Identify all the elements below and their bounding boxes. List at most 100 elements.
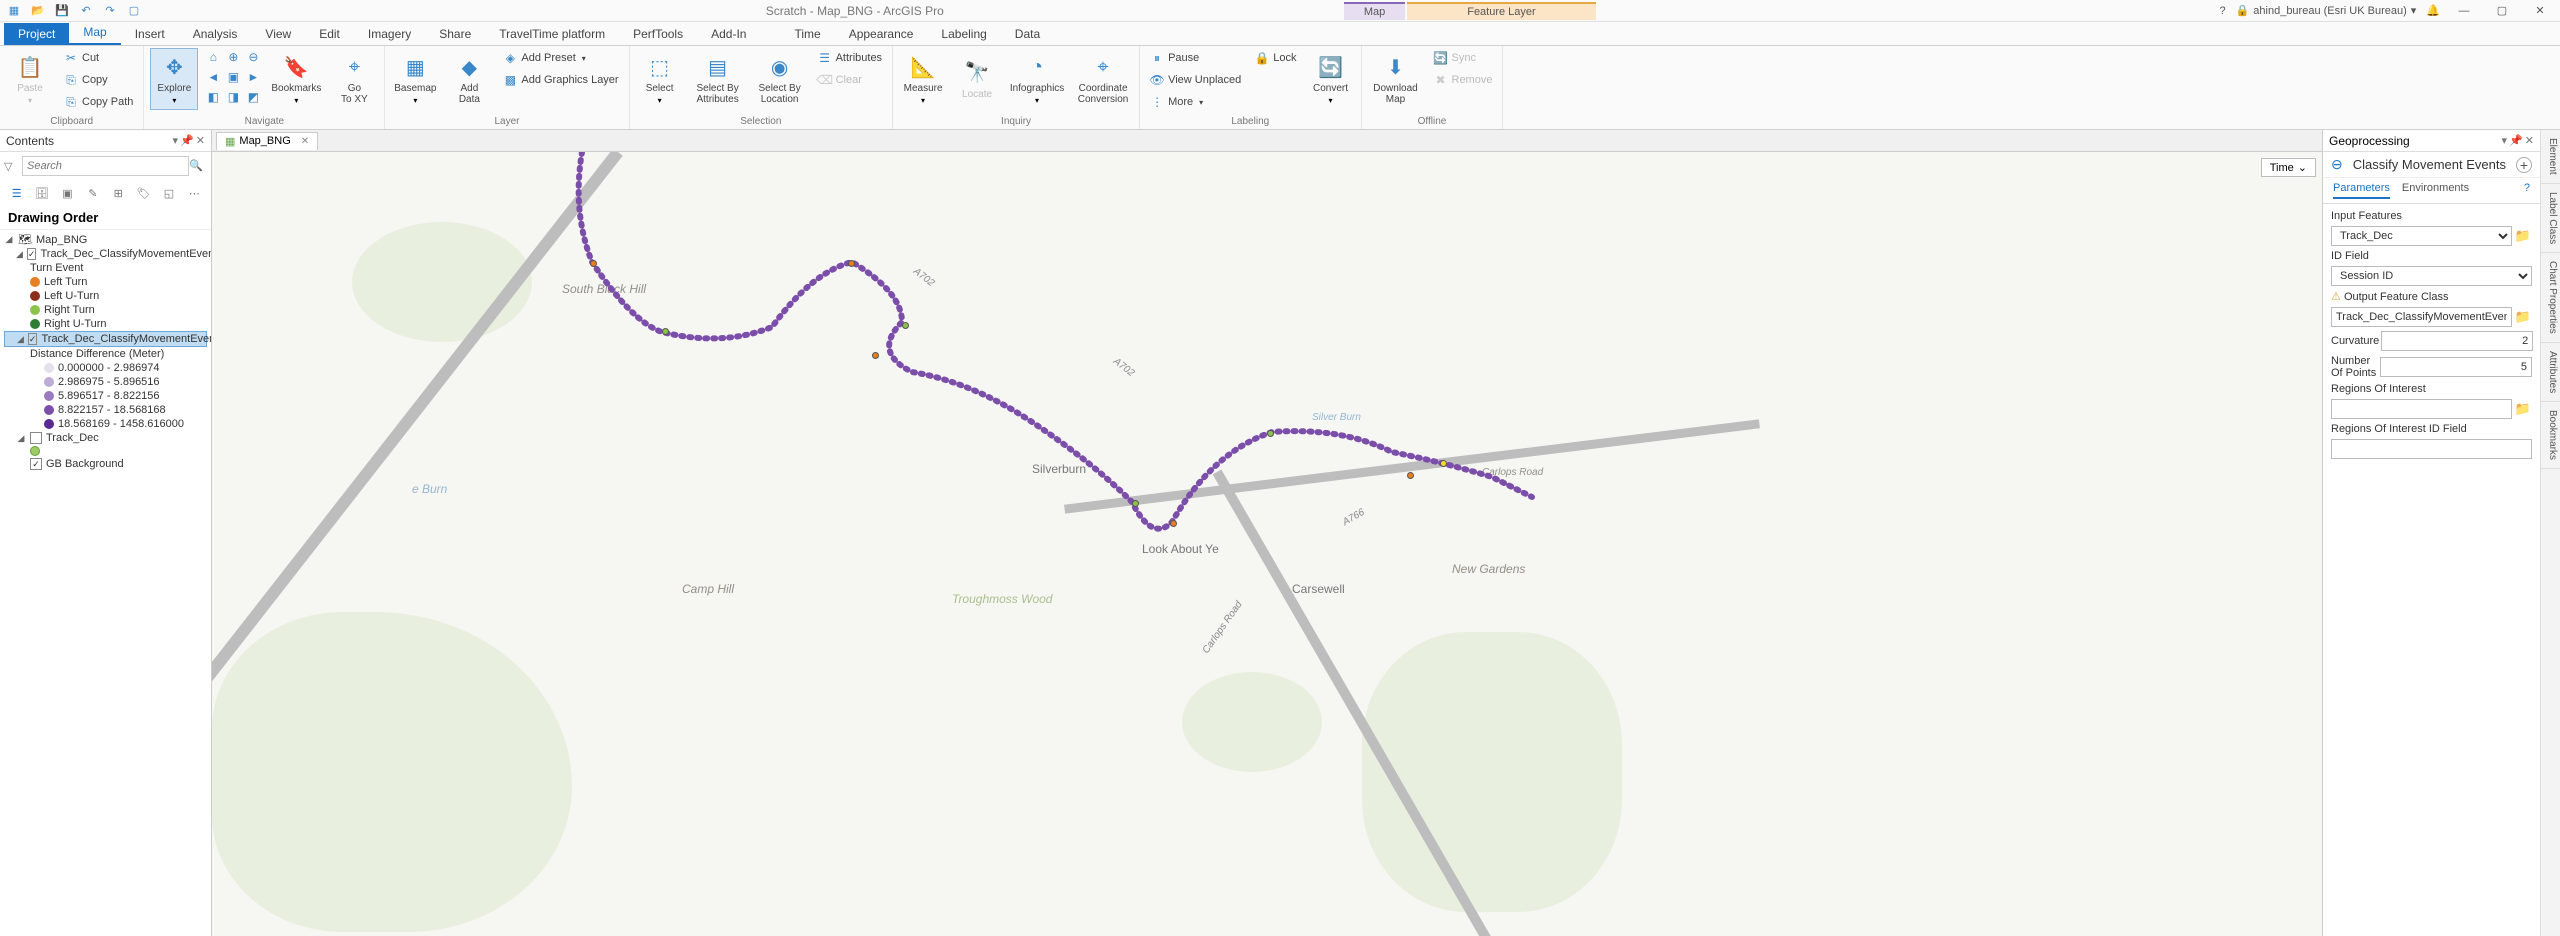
autohide-icon[interactable]: 📌	[180, 134, 194, 147]
notifications-icon[interactable]: 🔔	[2426, 4, 2440, 17]
tree-map[interactable]: ◢🗺Map_BNG	[4, 232, 207, 247]
autohide-icon[interactable]: 📌	[2509, 134, 2523, 147]
save-icon[interactable]: 💾	[54, 3, 70, 19]
select-by-attributes-button[interactable]: ▤Select By Attributes	[690, 48, 746, 110]
nav-tool3-icon[interactable]: ◩	[244, 88, 262, 106]
attributes-button[interactable]: ☰Attributes	[814, 48, 886, 68]
list-by-drawing-order-icon[interactable]: ☰	[8, 184, 25, 202]
lock-labeling-button[interactable]: 🔒Lock	[1251, 48, 1300, 68]
close-button[interactable]: ✕	[2526, 2, 2554, 20]
more-labeling-button[interactable]: ⋮More▾	[1146, 92, 1245, 112]
remove-button[interactable]: ✖Remove	[1430, 70, 1497, 90]
list-by-source-icon[interactable]: 🗄	[33, 184, 50, 202]
close-pane-icon[interactable]: ✕	[196, 134, 205, 147]
add-preset-button[interactable]: ◈Add Preset▾	[499, 48, 622, 68]
fixed-zoom-out-icon[interactable]: ⊖	[244, 48, 262, 66]
goto-xy-button[interactable]: ⌖ Go To XY	[330, 48, 378, 110]
search-icon[interactable]: 🔍	[189, 159, 203, 172]
locate-button[interactable]: 🔭Locate	[953, 48, 1001, 110]
undo-icon[interactable]: ↶	[78, 3, 94, 19]
full-extent-icon[interactable]: ⌂	[204, 48, 222, 66]
nav-tool2-icon[interactable]: ◨	[224, 88, 242, 106]
next-extent-icon[interactable]: ►	[244, 68, 262, 86]
help-icon[interactable]: ?	[2524, 182, 2530, 199]
side-tab-chart-properties[interactable]: Chart Properties	[2541, 253, 2560, 343]
customize-qat-icon[interactable]: ▢	[126, 3, 142, 19]
copy-path-button[interactable]: ⎘Copy Path	[60, 92, 137, 112]
tab-analysis[interactable]: Analysis	[179, 23, 252, 45]
map-tab[interactable]: ▦ Map_BNG ✕	[216, 132, 318, 150]
tab-imagery[interactable]: Imagery	[354, 23, 425, 45]
add-to-favorites-icon[interactable]: +	[2516, 157, 2532, 173]
tree-layer-selected[interactable]: ◢✓Track_Dec_ClassifyMovementEvents	[4, 331, 207, 347]
view-unplaced-button[interactable]: 👁View Unplaced	[1146, 70, 1245, 90]
tab-appearance[interactable]: Appearance	[835, 23, 928, 45]
curvature-input[interactable]	[2381, 331, 2533, 351]
prev-extent-icon[interactable]: ◄	[204, 68, 222, 86]
coordinate-conversion-button[interactable]: ⌖Coordinate Conversion	[1073, 48, 1133, 110]
add-data-button[interactable]: ◆ Add Data	[445, 48, 493, 110]
layer-checkbox[interactable]	[30, 432, 42, 444]
copy-button[interactable]: ⎘Copy	[60, 70, 137, 90]
gp-tab-parameters[interactable]: Parameters	[2333, 182, 2390, 199]
side-tab-element[interactable]: Element	[2541, 130, 2560, 184]
tree-layer[interactable]: ◢Track_Dec	[4, 431, 207, 445]
cut-button[interactable]: ✂Cut	[60, 48, 137, 68]
close-pane-icon[interactable]: ✕	[2525, 134, 2534, 147]
layer-checkbox[interactable]: ✓	[27, 248, 37, 260]
pause-labeling-button[interactable]: ⏸Pause	[1146, 48, 1245, 68]
tab-labeling[interactable]: Labeling	[927, 23, 1000, 45]
output-feature-class-input[interactable]	[2331, 307, 2512, 327]
nav-tool-icon[interactable]: ◧	[204, 88, 222, 106]
tab-edit[interactable]: Edit	[305, 23, 354, 45]
tab-map[interactable]: Map	[69, 21, 120, 45]
basemap-button[interactable]: ▦ Basemap ▾	[391, 48, 439, 110]
minimize-button[interactable]: —	[2450, 2, 2478, 20]
side-tab-label-class[interactable]: Label Class	[2541, 184, 2560, 253]
layer-checkbox[interactable]: ✓	[28, 333, 38, 345]
help-icon[interactable]: ?	[2219, 5, 2225, 17]
infographics-button[interactable]: ◔Infographics▾	[1007, 48, 1067, 110]
tree-layer[interactable]: ◢✓Track_Dec_ClassifyMovementEvents	[4, 247, 207, 261]
user-badge[interactable]: 🔒 ahind_bureau (Esri UK Bureau) ▾	[2236, 4, 2417, 17]
map-canvas[interactable]: Time⌄ South Black Hill Silverburn New Ga…	[212, 152, 2322, 936]
layer-checkbox[interactable]: ✓	[30, 458, 42, 470]
input-features-select[interactable]: Track_Dec	[2331, 226, 2512, 246]
roi-id-field-input[interactable]	[2331, 439, 2532, 459]
zoom-selection-icon[interactable]: ▣	[224, 68, 242, 86]
roi-input[interactable]	[2331, 399, 2512, 419]
tab-view[interactable]: View	[251, 23, 305, 45]
download-map-button[interactable]: ⬇Download Map	[1368, 48, 1424, 110]
filter-icon[interactable]: ▽	[4, 160, 18, 173]
gp-tab-environments[interactable]: Environments	[2402, 182, 2469, 199]
pane-options-icon[interactable]: ▾	[2502, 134, 2508, 147]
tab-share[interactable]: Share	[425, 23, 485, 45]
contents-search-input[interactable]	[22, 156, 189, 176]
measure-button[interactable]: 📐Measure▾	[899, 48, 947, 110]
more-modes-icon[interactable]: ⋯	[186, 184, 203, 202]
open-project-icon[interactable]: 📂	[30, 3, 46, 19]
add-graphics-layer-button[interactable]: ▩Add Graphics Layer	[499, 70, 622, 90]
select-button[interactable]: ⬚Select▾	[636, 48, 684, 110]
side-tab-bookmarks[interactable]: Bookmarks	[2541, 402, 2560, 469]
tab-time[interactable]: Time	[780, 23, 834, 45]
redo-icon[interactable]: ↷	[102, 3, 118, 19]
fixed-zoom-in-icon[interactable]: ⊕	[224, 48, 242, 66]
list-by-perspective-icon[interactable]: ◱	[160, 184, 177, 202]
back-button[interactable]: ⊖	[2331, 156, 2343, 173]
new-project-icon[interactable]: ▦	[6, 3, 22, 19]
paste-button[interactable]: 📋 Paste ▾	[6, 48, 54, 110]
tab-traveltime[interactable]: TravelTime platform	[485, 23, 619, 45]
maximize-button[interactable]: ▢	[2488, 2, 2516, 20]
list-by-editing-icon[interactable]: ✎	[84, 184, 101, 202]
tab-project[interactable]: Project	[4, 23, 69, 45]
sync-button[interactable]: 🔄Sync	[1430, 48, 1497, 68]
side-tab-attributes[interactable]: Attributes	[2541, 343, 2560, 402]
bookmarks-button[interactable]: 🔖 Bookmarks ▾	[268, 48, 324, 110]
list-by-selection-icon[interactable]: ▣	[59, 184, 76, 202]
browse-icon[interactable]: 📁	[2514, 400, 2532, 418]
tab-perftools[interactable]: PerfTools	[619, 23, 697, 45]
clear-selection-button[interactable]: ⌫Clear	[814, 70, 886, 90]
number-of-points-input[interactable]	[2380, 357, 2532, 377]
convert-labels-button[interactable]: 🔄Convert▾	[1307, 48, 1355, 110]
